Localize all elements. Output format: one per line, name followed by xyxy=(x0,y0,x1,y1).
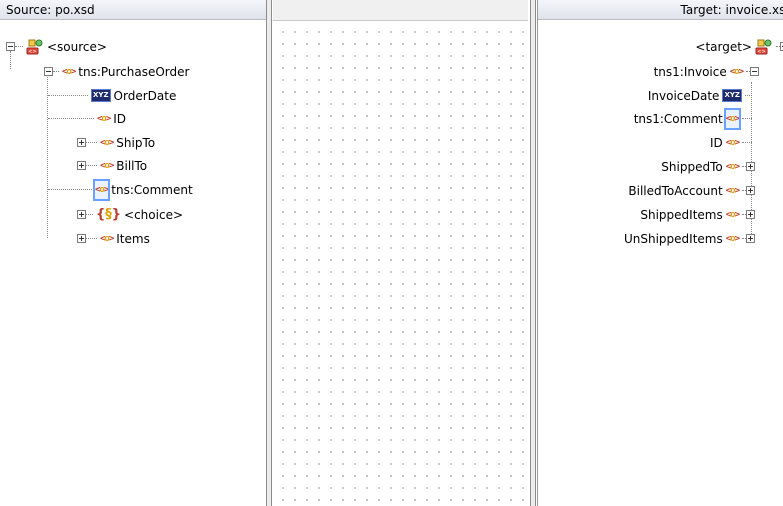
node-label: UnShippedItems xyxy=(623,231,723,246)
target-header-label: Target: invoice.xsd xyxy=(680,3,783,17)
element-icon: <o> xyxy=(725,161,740,172)
expand-icon[interactable] xyxy=(77,234,86,243)
tree-node-choice[interactable]: {§} <choice> xyxy=(77,205,183,223)
expand-icon[interactable] xyxy=(746,162,755,171)
target-root-row[interactable]: <target> <> xyxy=(695,37,783,55)
target-pane: Target: invoice.xsd <target> <> tns1:Inv… xyxy=(537,0,783,506)
expand-icon[interactable] xyxy=(77,210,86,219)
tree-node-comment[interactable]: <o> tns:Comment xyxy=(48,178,193,201)
tree-node-bill-to[interactable]: <o> BillTo xyxy=(77,156,147,174)
expand-icon[interactable] xyxy=(746,234,755,243)
left-splitter[interactable] xyxy=(266,0,272,506)
source-root-row[interactable]: <> <source> xyxy=(6,37,107,55)
source-pane: Source: po.xsd <> <source> <o> tns:Purcha… xyxy=(0,0,267,506)
node-label: ID xyxy=(113,111,127,126)
tree-node-billed-to-account[interactable]: BilledToAccount <o> xyxy=(628,181,755,199)
right-splitter[interactable] xyxy=(530,0,536,506)
node-label: BilledToAccount xyxy=(628,183,723,198)
element-icon: <o> xyxy=(729,66,744,77)
tree-node-purchase-order[interactable]: <o> tns:PurchaseOrder xyxy=(44,62,189,80)
node-label: OrderDate xyxy=(113,88,177,103)
tree-node-id[interactable]: <o> ID xyxy=(48,109,126,127)
expand-icon[interactable] xyxy=(77,161,86,170)
node-label: tns:PurchaseOrder xyxy=(78,64,190,79)
node-label: <choice> xyxy=(124,207,183,222)
choice-icon: {§} xyxy=(96,206,122,222)
tree-node-items[interactable]: <o> Items xyxy=(77,229,150,247)
tree-node-invoice-date[interactable]: InvoiceDate XYZ xyxy=(648,86,752,104)
tree-node-ship-to[interactable]: <o> ShipTo xyxy=(77,133,155,151)
schema-icon: <> xyxy=(755,39,773,55)
element-icon: <o> xyxy=(725,185,740,196)
element-icon: <o> xyxy=(725,233,740,244)
node-label: tns1:Invoice xyxy=(653,64,727,79)
mapping-header xyxy=(273,0,528,21)
attribute-icon: XYZ xyxy=(722,89,742,102)
source-root-label: <source> xyxy=(47,39,107,54)
mapping-canvas[interactable] xyxy=(273,0,528,506)
tree-node-order-date[interactable]: XYZ OrderDate xyxy=(48,86,176,104)
element-icon: <o> xyxy=(62,66,76,77)
attribute-icon: XYZ xyxy=(91,89,111,102)
target-root-label: <target> xyxy=(695,39,752,54)
node-label: BillTo xyxy=(116,158,148,173)
element-icon: <o> xyxy=(92,178,111,201)
element-icon: <o> xyxy=(100,233,114,244)
collapse-icon[interactable] xyxy=(6,42,15,51)
svg-text:<>: <> xyxy=(28,49,36,55)
collapse-icon[interactable] xyxy=(44,67,53,76)
element-icon: <o> xyxy=(725,137,740,148)
tree-node-id[interactable]: ID <o> xyxy=(710,133,752,151)
schema-icon: <> xyxy=(26,39,44,55)
collapse-icon[interactable] xyxy=(750,67,759,76)
node-label: tns:Comment xyxy=(111,182,193,197)
node-label: ID xyxy=(709,135,723,150)
source-header: Source: po.xsd xyxy=(0,0,266,20)
source-header-label: Source: po.xsd xyxy=(6,3,95,17)
expand-icon[interactable] xyxy=(746,210,755,219)
expand-icon[interactable] xyxy=(77,138,86,147)
svg-text:<>: <> xyxy=(757,49,765,55)
node-label: InvoiceDate xyxy=(647,88,720,103)
element-icon: <o> xyxy=(723,107,742,130)
target-header: Target: invoice.xsd xyxy=(538,0,783,20)
tree-node-shipped-items[interactable]: ShippedItems <o> xyxy=(640,205,755,223)
element-icon: <o> xyxy=(100,137,114,148)
tree-node-invoice[interactable]: tns1:Invoice <o> xyxy=(654,62,759,80)
node-label: Items xyxy=(116,231,150,246)
node-label: tns1:Comment xyxy=(633,111,723,126)
tree-node-comment[interactable]: tns1:Comment <o> xyxy=(633,107,752,130)
element-icon: <o> xyxy=(725,209,740,220)
expand-icon[interactable] xyxy=(746,186,755,195)
tree-node-shipped-to[interactable]: ShippedTo <o> xyxy=(661,157,755,175)
tree-node-unshipped-items[interactable]: UnShippedItems <o> xyxy=(624,229,755,247)
node-label: ShippedItems xyxy=(640,207,723,222)
node-label: ShippedTo xyxy=(661,159,723,174)
element-icon: <o> xyxy=(97,113,111,124)
element-icon: <o> xyxy=(100,160,114,171)
node-label: ShipTo xyxy=(116,135,156,150)
